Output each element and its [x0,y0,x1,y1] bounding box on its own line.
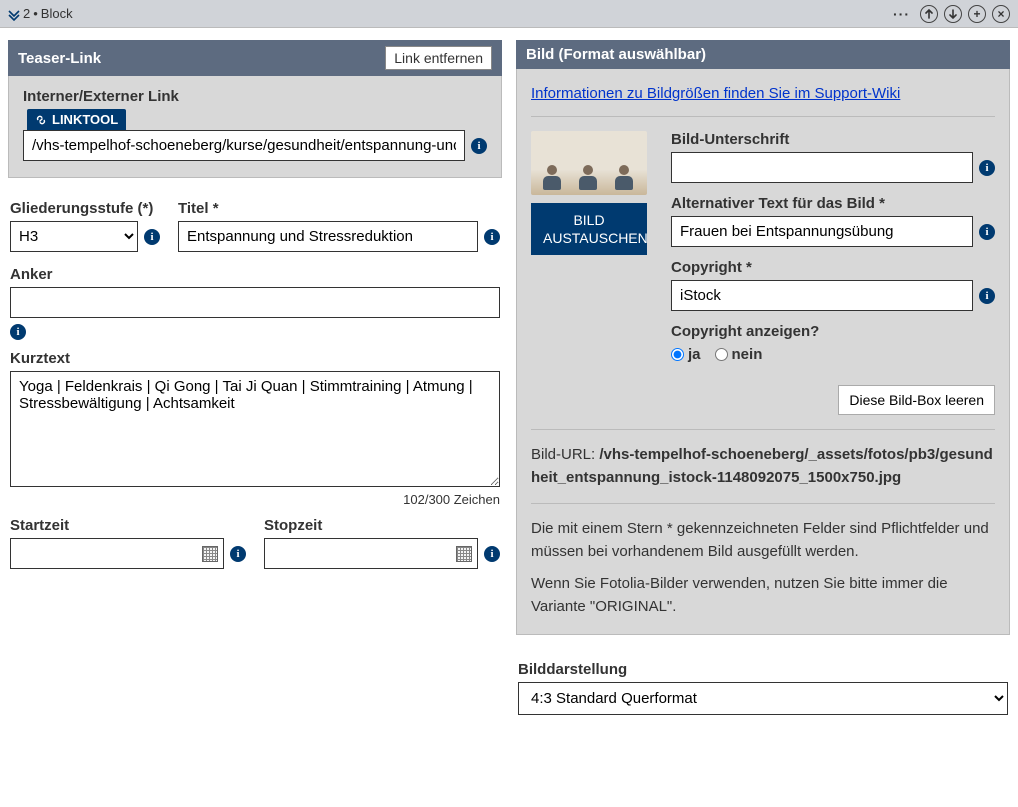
block-title: 2 • Block [8,6,73,21]
show-copyright-label: Copyright anzeigen? [671,323,995,340]
left-column: Teaser-Link Link entfernen Interner/Exte… [8,40,502,571]
remove-link-button[interactable]: Link entfernen [385,46,492,70]
thumbnail-column: BILD AUSTAUSCHEN [531,131,647,255]
collapse-icon[interactable] [8,9,20,21]
teaser-panel-header: Teaser-Link Link entfernen [8,40,502,76]
caption-label: Bild-Unterschrift [671,131,995,148]
teaser-header-label: Teaser-Link [18,50,101,67]
info-icon[interactable]: i [471,138,487,154]
copyright-radio-no[interactable]: nein [715,346,763,363]
copyright-radio-yes[interactable]: ja [671,346,701,363]
caption-input[interactable] [671,152,973,183]
kurztext-textarea[interactable]: Yoga | Feldenkrais | Qi Gong | Tai Ji Qu… [10,371,500,487]
display-format-label: Bilddarstellung [518,661,1008,678]
copyright-input[interactable] [671,280,973,311]
info-icon[interactable]: i [144,229,160,245]
link-icon [35,114,47,126]
more-menu-icon[interactable]: ··· [889,6,914,22]
calendar-icon[interactable] [202,546,218,562]
divider [531,116,995,117]
startzeit-input[interactable] [10,538,224,569]
display-format-select[interactable]: 4:3 Standard Querformat [518,682,1008,715]
info-icon[interactable]: i [484,229,500,245]
block-number: 2 [23,6,30,21]
fields-group: Gliederungsstufe (*) H3 i Titel * i [8,190,502,571]
info-icon[interactable]: i [484,546,500,562]
titel-input[interactable] [178,221,478,252]
kurztext-counter: 102/300 Zeichen [10,492,500,507]
alt-text-label: Alternativer Text für das Bild * [671,195,995,212]
kurztext-label: Kurztext [10,350,500,367]
info-icon[interactable]: i [230,546,246,562]
stopzeit-input[interactable] [264,538,478,569]
stopzeit-label: Stopzeit [264,517,500,534]
calendar-icon[interactable] [456,546,472,562]
image-url-value: /vhs-tempelhof-schoeneberg/_assets/fotos… [531,446,993,486]
image-thumbnail[interactable] [531,131,647,195]
anker-label: Anker [10,266,500,283]
divider [531,503,995,504]
divider [531,429,995,430]
image-url-text: Bild-URL: /vhs-tempelhof-schoeneberg/_as… [531,444,995,489]
move-up-icon[interactable] [920,5,938,23]
info-icon[interactable]: i [979,224,995,240]
block-type-label: Block [41,6,73,21]
right-column: Bild (Format auswählbar) Informationen z… [516,40,1010,715]
internal-external-label: Interner/Externer Link [23,88,487,105]
link-url-input[interactable] [23,130,465,161]
gliederung-label: Gliederungsstufe (*) [10,200,160,217]
linktool-badge[interactable]: LINKTOOL [27,109,126,130]
image-header-label: Bild (Format auswählbar) [526,46,706,63]
clear-image-box-button[interactable]: Diese Bild-Box leeren [838,385,995,415]
linktool-label: LINKTOOL [52,112,118,127]
block-topbar: 2 • Block ··· + × [0,0,1018,28]
swap-image-button[interactable]: BILD AUSTAUSCHEN [531,203,647,255]
info-icon[interactable]: i [10,324,26,340]
teaser-link-panel: Teaser-Link Link entfernen Interner/Exte… [8,40,502,178]
move-down-icon[interactable] [944,5,962,23]
anker-input[interactable] [10,287,500,318]
image-panel-header: Bild (Format auswählbar) [516,40,1010,69]
titel-label: Titel * [178,200,500,217]
display-format-group: Bilddarstellung 4:3 Standard Querformat [516,661,1010,715]
close-icon[interactable]: × [992,5,1010,23]
image-panel: Bild (Format auswählbar) Informationen z… [516,40,1010,635]
add-icon[interactable]: + [968,5,986,23]
info-icon[interactable]: i [979,288,995,304]
support-wiki-link[interactable]: Informationen zu Bildgrößen finden Sie i… [531,85,900,102]
info-icon[interactable]: i [979,160,995,176]
startzeit-label: Startzeit [10,517,246,534]
help-text-1: Die mit einem Stern * gekennzeichneten F… [531,518,995,563]
alt-text-input[interactable] [671,216,973,247]
help-text-2: Wenn Sie Fotolia-Bilder verwenden, nutze… [531,573,995,618]
copyright-label: Copyright * [671,259,995,276]
gliederung-select[interactable]: H3 [10,221,138,252]
